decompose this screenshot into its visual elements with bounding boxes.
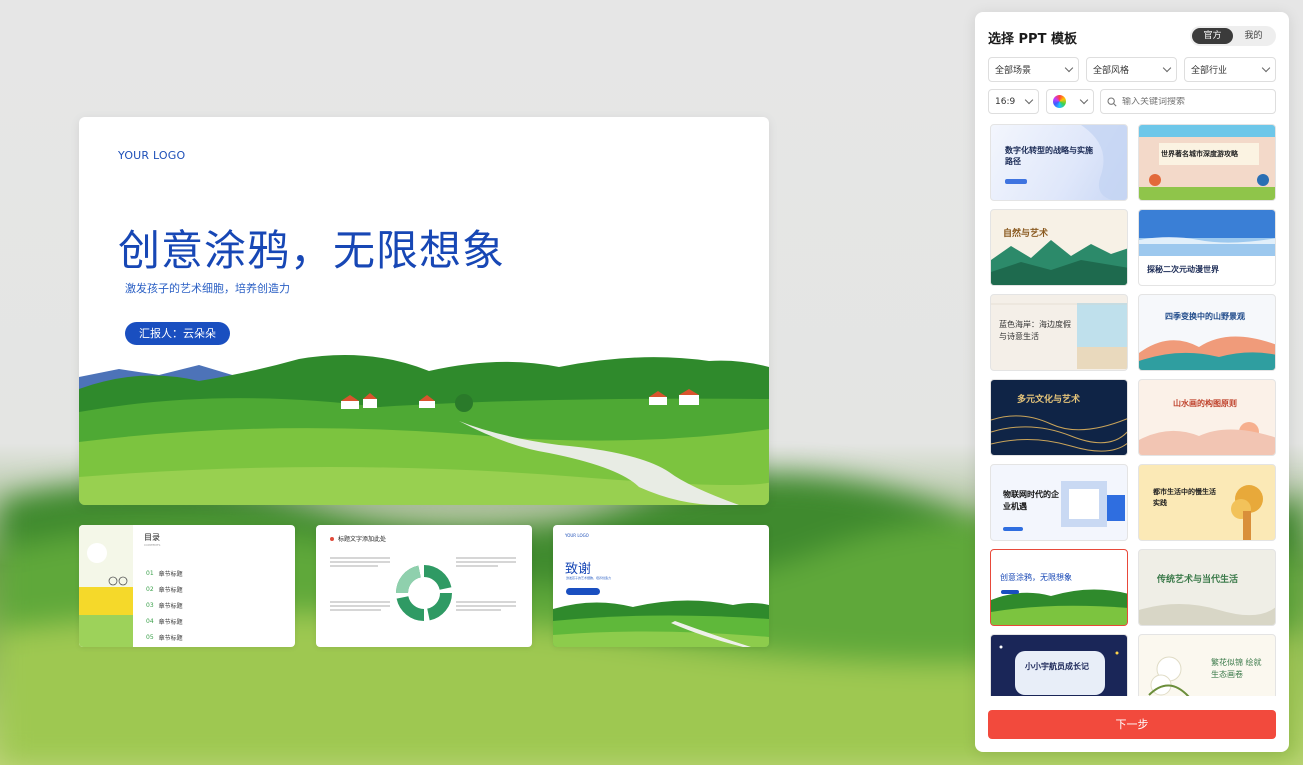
source-toggle: 官方 我的 — [1190, 26, 1276, 46]
template-card[interactable]: 数字化转型的战略与实施路径 — [990, 124, 1128, 201]
toc-side-image — [79, 525, 133, 647]
search-input[interactable] — [1122, 96, 1262, 107]
panel-title: 选择 PPT 模板 — [988, 32, 1077, 47]
cycle-diagram — [396, 565, 452, 621]
toc-item: 02 章节标题 — [146, 585, 183, 594]
toc-subtitle: CONTENTS — [144, 543, 161, 547]
tab-official[interactable]: 官方 — [1192, 28, 1233, 44]
template-card[interactable]: 自然与艺术 — [990, 209, 1128, 286]
chevron-down-icon — [1079, 95, 1089, 105]
toc-item: 04 章节标题 — [146, 617, 183, 626]
toc-item: 05 章节标题 — [146, 633, 183, 642]
slide-subtitle: 激发孩子的艺术细胞，培养创造力 — [125, 282, 290, 295]
thumbnail-thanks[interactable]: YOUR LOGO 致谢 激发孩子的艺术细胞，培养创造力 — [553, 525, 769, 647]
main-slide-preview: YOUR LOGO 创意涂鸦，无限想象 激发孩子的艺术细胞，培养创造力 汇报人：… — [79, 117, 769, 505]
style-dropdown[interactable]: 全部风格 — [1086, 57, 1177, 82]
tab-mine[interactable]: 我的 — [1233, 28, 1274, 44]
template-card-selected[interactable]: 创意涂鸦，无限想象 — [990, 549, 1128, 626]
toc-item: 03 章节标题 — [146, 601, 183, 610]
chevron-down-icon — [1064, 63, 1074, 73]
template-card[interactable]: 繁花似锦 绘就生态画卷 — [1138, 634, 1276, 696]
chevron-down-icon — [1261, 63, 1271, 73]
template-panel: 选择 PPT 模板 官方 我的 全部场景 全部风格 全部行业 16:9 数字化转… — [975, 12, 1289, 752]
template-card[interactable]: 蓝色海岸：海边度假与诗意生活 — [990, 294, 1128, 371]
toc-title: 目录 — [144, 533, 160, 542]
text-block — [456, 601, 516, 613]
template-card[interactable]: 山水画的构图原则 — [1138, 379, 1276, 456]
thumbnail-content[interactable]: 标题文字添加此处 — [316, 525, 532, 647]
template-grid: 数字化转型的战略与实施路径 世界著名城市深度游攻略 自然与艺术 探秘二次元动漫世… — [990, 124, 1276, 696]
template-card[interactable]: 世界著名城市深度游攻略 — [1138, 124, 1276, 201]
chevron-down-icon — [1024, 95, 1034, 105]
slide-logo: YOUR LOGO — [118, 149, 186, 162]
template-card[interactable]: 物联网时代的企业机遇 — [990, 464, 1128, 541]
content-slide-header: 标题文字添加此处 — [330, 534, 386, 543]
template-card[interactable]: 传统艺术与当代生活 — [1138, 549, 1276, 626]
template-card[interactable]: 多元文化与艺术 — [990, 379, 1128, 456]
thanks-subtitle: 激发孩子的艺术细胞，培养创造力 — [566, 576, 612, 580]
toc-item: 01 章节标题 — [146, 569, 183, 578]
template-card[interactable]: 四季变换中的山野景观 — [1138, 294, 1276, 371]
template-card[interactable]: 都市生活中的慢生活实践 — [1138, 464, 1276, 541]
text-block — [330, 601, 390, 613]
template-card[interactable]: 探秘二次元动漫世界 — [1138, 209, 1276, 286]
landscape-illustration — [79, 355, 769, 505]
thanks-title: 致谢 — [565, 562, 592, 577]
ratio-dropdown[interactable]: 16:9 — [988, 89, 1039, 114]
chevron-down-icon — [1162, 63, 1172, 73]
thumbnail-toc[interactable]: 目录 CONTENTS 01 章节标题 02 章节标题 03 章节标题 04 章节标题 … — [79, 525, 295, 647]
template-card[interactable]: 小小宇航员成长记 — [990, 634, 1128, 696]
industry-dropdown[interactable]: 全部行业 — [1184, 57, 1276, 82]
bullet-icon — [330, 536, 334, 541]
text-block — [330, 557, 390, 569]
color-dropdown[interactable] — [1046, 89, 1094, 114]
thanks-logo: YOUR LOGO — [565, 533, 589, 538]
search-icon — [1107, 96, 1117, 107]
next-step-button[interactable]: 下一步 — [988, 710, 1276, 739]
toc-list: 01 章节标题 02 章节标题 03 章节标题 04 章节标题 05 章节标题 — [146, 565, 183, 645]
slide-title: 创意涂鸦，无限想象 — [118, 226, 506, 275]
text-block — [456, 557, 516, 569]
color-wheel-icon — [1053, 95, 1066, 108]
thanks-landscape — [553, 600, 769, 647]
scene-dropdown[interactable]: 全部场景 — [988, 57, 1079, 82]
search-box — [1100, 89, 1276, 114]
